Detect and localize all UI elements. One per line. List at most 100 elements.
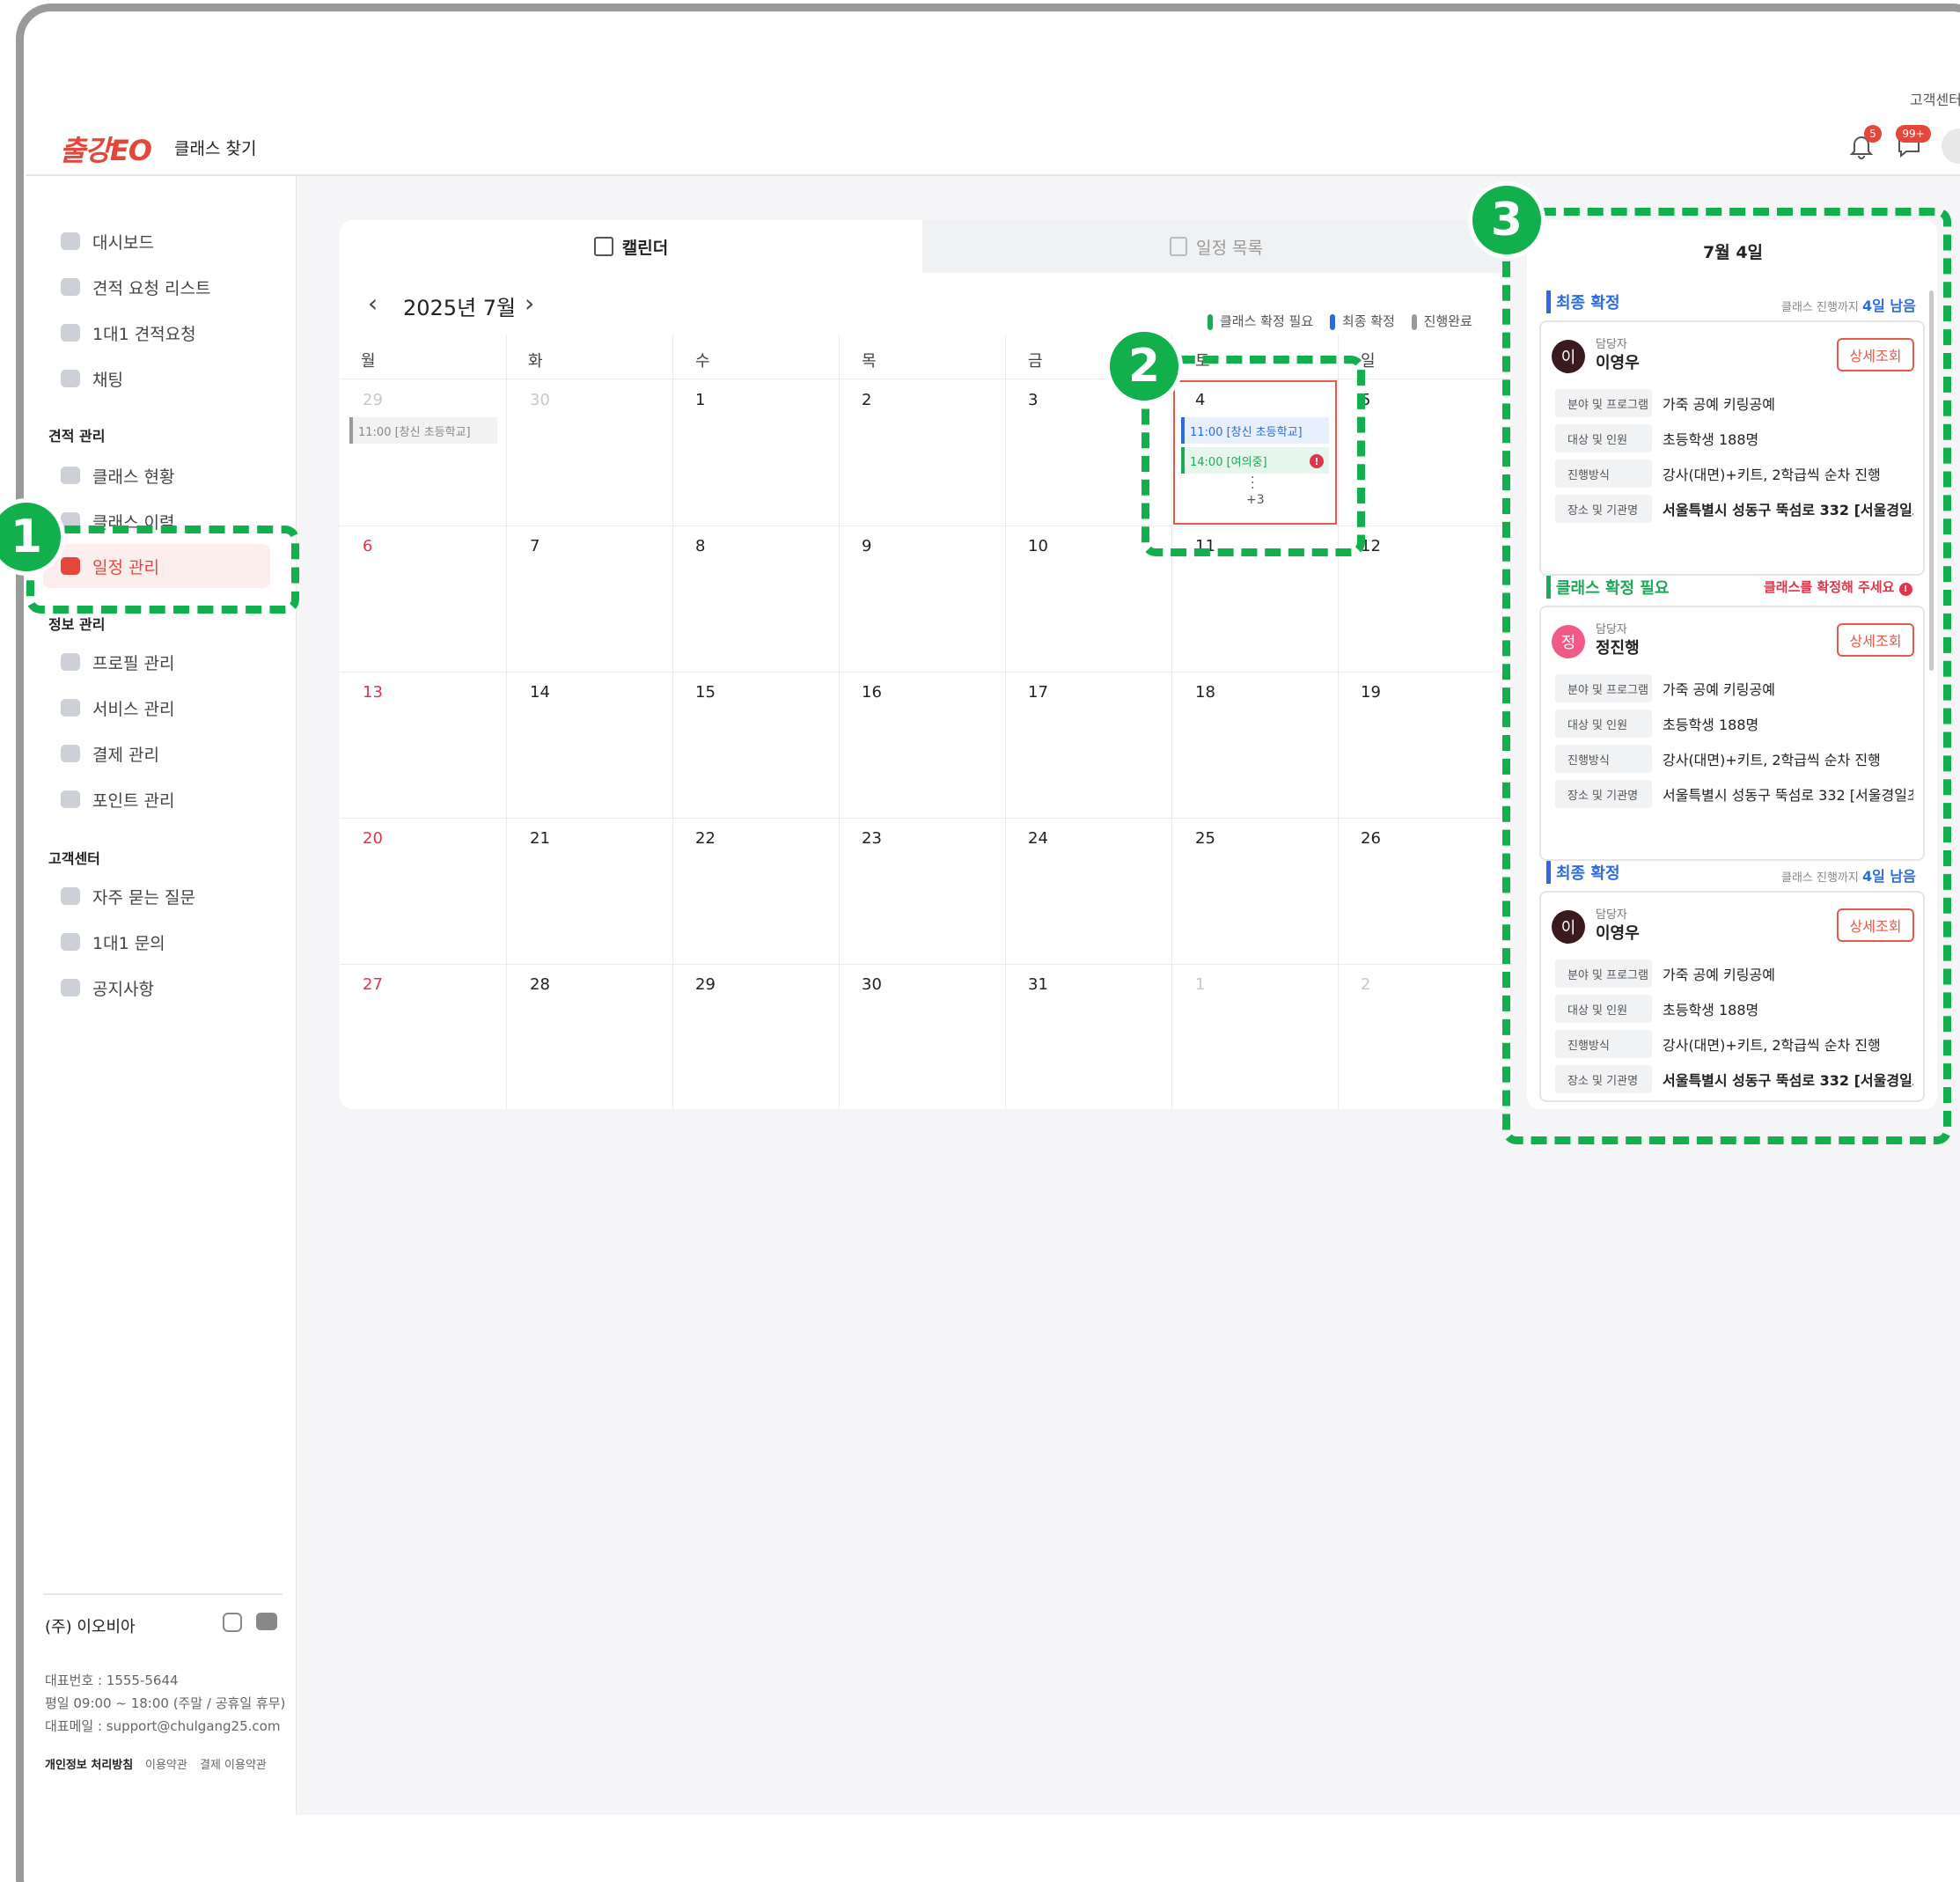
sidebar-item-chat[interactable]: 채팅 — [61, 361, 123, 396]
logo[interactable]: 출강EO — [60, 129, 152, 169]
day-cell[interactable]: 26 — [1361, 829, 1381, 848]
day-cell[interactable]: 21 — [530, 829, 550, 848]
day-cell[interactable]: 30 — [530, 391, 550, 409]
sidebar-item-faq[interactable]: 자주 묻는 질문 — [61, 879, 195, 914]
section-cs: 고객센터 — [48, 850, 100, 867]
day-cell[interactable]: 22 — [695, 829, 716, 848]
callout-box-1 — [26, 526, 299, 614]
day-cell[interactable]: 16 — [862, 683, 882, 702]
sidebar-item-estimate-list[interactable]: 견적 요청 리스트 — [61, 269, 210, 305]
next-month-button[interactable]: › — [525, 289, 534, 318]
grid-line — [839, 334, 840, 1109]
day-cell[interactable]: 29 — [363, 391, 383, 409]
grid-line — [340, 672, 1510, 673]
chat-icon — [61, 370, 80, 387]
weekday-header: 금 — [1028, 352, 1043, 371]
sidebar: 대시보드 견적 요청 리스트 1대1 견적요청 채팅 견적 관리 클래스 현황 … — [26, 176, 297, 1815]
find-class-link[interactable]: 클래스 찾기 — [174, 136, 256, 159]
sidebar-item-label: 서비스 관리 — [92, 699, 175, 719]
tab-label: 일정 목록 — [1196, 238, 1263, 258]
one-to-one-icon — [61, 324, 80, 342]
day-cell[interactable]: 19 — [1361, 683, 1381, 702]
day-cell[interactable]: 14 — [530, 683, 550, 702]
day-cell[interactable]: 8 — [695, 537, 705, 555]
sidebar-item-label: 채팅 — [92, 370, 123, 390]
weekday-header: 수 — [695, 352, 710, 371]
dashboard-icon — [61, 232, 80, 250]
weekday-header: 목 — [862, 352, 877, 371]
grid-line — [1005, 334, 1006, 1109]
sidebar-item-point[interactable]: 포인트 관리 — [61, 782, 174, 817]
day-cell[interactable]: 20 — [363, 829, 383, 848]
top-support-link[interactable]: 고객센터 — [1910, 88, 1960, 109]
day-cell[interactable]: 17 — [1028, 683, 1048, 702]
day-cell[interactable]: 25 — [1195, 829, 1215, 848]
sidebar-item-dashboard[interactable]: 대시보드 — [61, 224, 154, 259]
sidebar-item-service[interactable]: 서비스 관리 — [61, 690, 174, 725]
footer-divider — [43, 1593, 283, 1595]
day-cell[interactable]: 15 — [695, 683, 716, 702]
megaphone-icon — [61, 979, 80, 996]
terms-link[interactable]: 이용약관 — [145, 1755, 187, 1772]
day-cell[interactable]: 28 — [530, 975, 550, 994]
legend: 클래스 확정 필요 최종 확정 진행완료 — [1208, 312, 1472, 330]
message-badge: 99+ — [1896, 125, 1931, 143]
day-cell[interactable]: 30 — [862, 975, 882, 994]
privacy-link[interactable]: 개인정보 처리방침 — [45, 1755, 133, 1772]
sidebar-item-label: 1대1 견적요청 — [92, 324, 196, 344]
sidebar-item-class-status[interactable]: 클래스 현황 — [61, 458, 174, 493]
day-cell[interactable]: 2 — [1361, 975, 1370, 994]
instagram-icon[interactable] — [223, 1613, 242, 1632]
day-cell[interactable]: 27 — [363, 975, 383, 994]
day-cell[interactable]: 9 — [862, 537, 871, 555]
sidebar-item-payment[interactable]: 결제 관리 — [61, 736, 159, 771]
day-cell[interactable]: 23 — [862, 829, 882, 848]
payment-terms-link[interactable]: 결제 이용약관 — [200, 1755, 267, 1772]
section-info: 정보 관리 — [48, 616, 106, 633]
company-email: 대표메일 : support@chulgang25.com — [45, 1718, 281, 1734]
callout-number-3: 3 — [1468, 181, 1545, 259]
day-cell[interactable]: 18 — [1195, 683, 1215, 702]
day-cell[interactable]: 3 — [1028, 391, 1038, 409]
blog-icon[interactable] — [256, 1613, 277, 1630]
sidebar-item-label: 견적 요청 리스트 — [92, 278, 211, 298]
sidebar-item-label: 대시보드 — [92, 232, 154, 253]
legend-item-confirmed: 최종 확정 — [1329, 313, 1395, 330]
card-icon — [61, 745, 80, 762]
day-cell[interactable]: 24 — [1028, 829, 1048, 848]
point-icon — [61, 790, 80, 808]
company-hours: 평일 09:00 ~ 18:00 (주말 / 공휴일 휴무) — [45, 1695, 286, 1711]
grid-line — [506, 334, 507, 1109]
day-cell[interactable]: 31 — [1028, 975, 1048, 994]
event-chip-done[interactable]: 11:00 [창신 초등학교] — [349, 417, 497, 444]
sidebar-item-notice[interactable]: 공지사항 — [61, 970, 154, 1005]
sidebar-item-one-to-one[interactable]: 1대1 견적요청 — [61, 315, 196, 350]
list-icon — [1170, 237, 1188, 256]
callout-number-2: 2 — [1105, 327, 1183, 405]
day-cell[interactable]: 29 — [695, 975, 716, 994]
day-cell[interactable]: 10 — [1028, 537, 1048, 555]
sidebar-item-label: 결제 관리 — [92, 745, 159, 765]
company-name: (주) 이오비아 — [45, 1618, 136, 1636]
sidebar-item-inquiry[interactable]: 1대1 문의 — [61, 924, 165, 959]
sidebar-item-label: 프로필 관리 — [92, 653, 175, 673]
day-cell[interactable]: 2 — [862, 391, 871, 409]
prev-month-button[interactable]: ‹ — [368, 289, 378, 318]
weekday-header: 화 — [528, 352, 543, 371]
sidebar-item-profile[interactable]: 프로필 관리 — [61, 644, 174, 680]
day-cell[interactable]: 7 — [530, 537, 540, 555]
day-cell[interactable]: 1 — [695, 391, 705, 409]
tab-schedule-list[interactable]: 일정 목록 — [922, 220, 1510, 273]
day-cell[interactable]: 6 — [363, 537, 372, 555]
legend-item-done: 진행완료 — [1411, 313, 1472, 330]
tab-calendar[interactable]: 캘린더 — [340, 220, 922, 273]
callout-box-3 — [1502, 208, 1951, 1144]
sidebar-item-label: 자주 묻는 질문 — [92, 887, 195, 908]
notification-badge: 5 — [1864, 125, 1882, 143]
sidebar-item-label: 1대1 문의 — [92, 933, 165, 953]
sidebar-item-label: 클래스 현황 — [92, 467, 175, 487]
legend-item-pending: 클래스 확정 필요 — [1208, 313, 1313, 330]
day-cell[interactable]: 13 — [363, 683, 383, 702]
calendar-icon — [593, 237, 613, 256]
day-cell[interactable]: 1 — [1195, 975, 1205, 994]
